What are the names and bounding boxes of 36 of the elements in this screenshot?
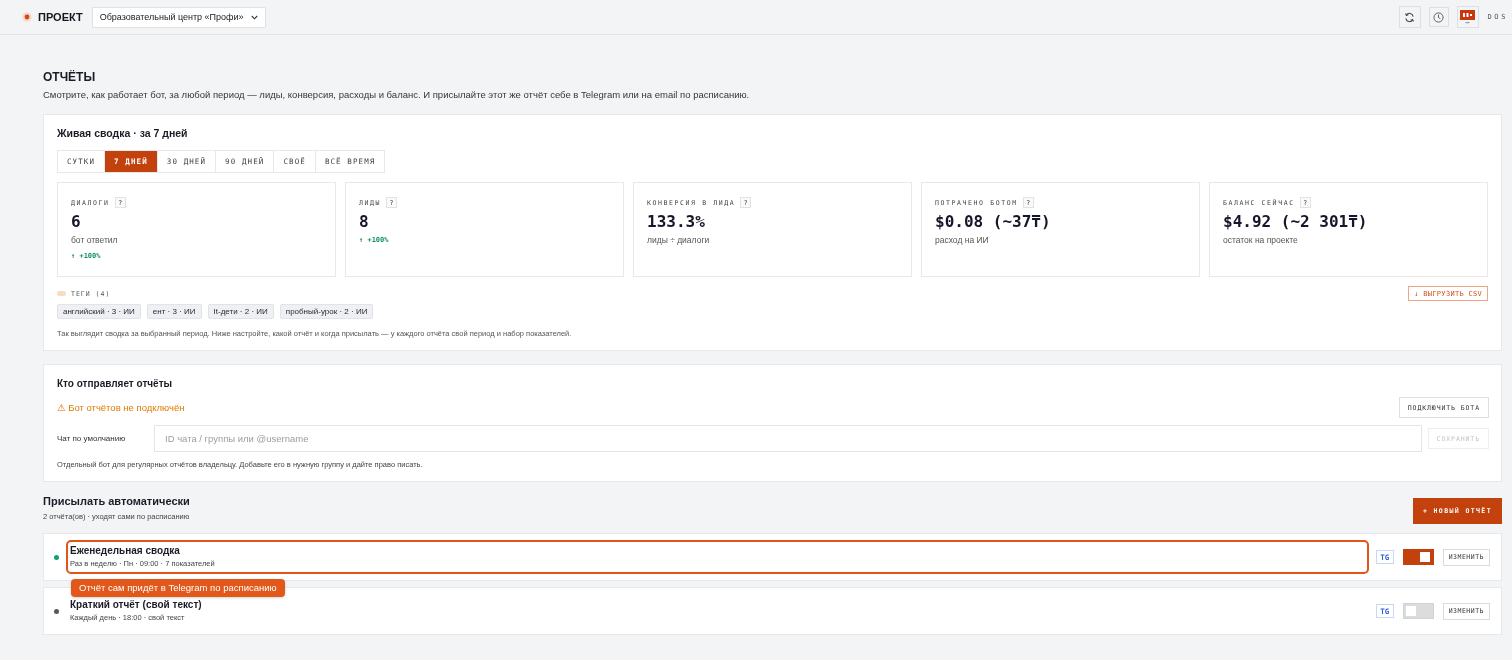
section-title: Живая сводка · за 7 дней bbox=[57, 126, 189, 140]
chevron-down-icon bbox=[250, 14, 258, 20]
report-title: Краткий отчёт (свой текст) bbox=[70, 598, 203, 611]
metric-caption: расход на ИИ bbox=[935, 235, 990, 246]
page-description: Смотрите, как работает бот, за любой период — лиды, конверсия, расходы и баланс. И присылайте этот же отчёт себе в Telegram или на email по расписанию. bbox=[43, 89, 751, 101]
metric-value: $0.08 (~37₸) bbox=[935, 212, 1052, 232]
metric-caption: лиды ÷ диалоги bbox=[647, 235, 711, 246]
toggle-switch[interactable] bbox=[1402, 549, 1434, 565]
tag-icon bbox=[57, 291, 66, 296]
logo-dot-icon bbox=[22, 12, 32, 22]
metric-caption: остаток на проекте bbox=[1223, 235, 1299, 246]
tag-chip: ент · 3 · ИИ bbox=[146, 304, 202, 319]
metric-value: 8 bbox=[359, 212, 370, 232]
metric-value: 6 bbox=[71, 212, 82, 232]
metric-value: $4.92 (~2 301₸) bbox=[1223, 212, 1369, 232]
clock-icon bbox=[1433, 11, 1445, 23]
section-title: Присылать автоматически bbox=[43, 494, 190, 508]
metric-value: 133.3% bbox=[647, 212, 706, 232]
page-title: ОТЧЁТЫ bbox=[43, 70, 97, 84]
metric-caption: бот ответил bbox=[71, 235, 119, 246]
field-label: Чат по умолчанию bbox=[57, 434, 127, 443]
warning-text: ⚠ Бот отчётов не подключён bbox=[57, 402, 185, 413]
project-select[interactable]: Образовательный центр «Профи» bbox=[91, 6, 266, 28]
tag-chip: английский · 3 · ИИ bbox=[57, 304, 141, 319]
refresh-button[interactable] bbox=[1398, 6, 1421, 28]
chat-id-field[interactable]: ID чата / группы или @username bbox=[154, 425, 1422, 452]
refresh-icon bbox=[1404, 11, 1416, 23]
monitor-icon bbox=[1460, 9, 1476, 25]
tooltip: Отчёт сам придёт в Telegram по расписанию bbox=[71, 579, 285, 597]
logo-text: ПРОЕКТ bbox=[38, 11, 83, 23]
tag-chip: It-дети · 2 · ИИ bbox=[207, 304, 274, 319]
report-title: Еженедельная сводка bbox=[70, 544, 181, 557]
section-title: Кто отправляет отчёты bbox=[57, 377, 174, 391]
profile-button[interactable] bbox=[1456, 6, 1479, 28]
clock-button[interactable] bbox=[1428, 7, 1449, 27]
tag-chip: пробный-урок · 2 · ИИ bbox=[279, 304, 374, 319]
